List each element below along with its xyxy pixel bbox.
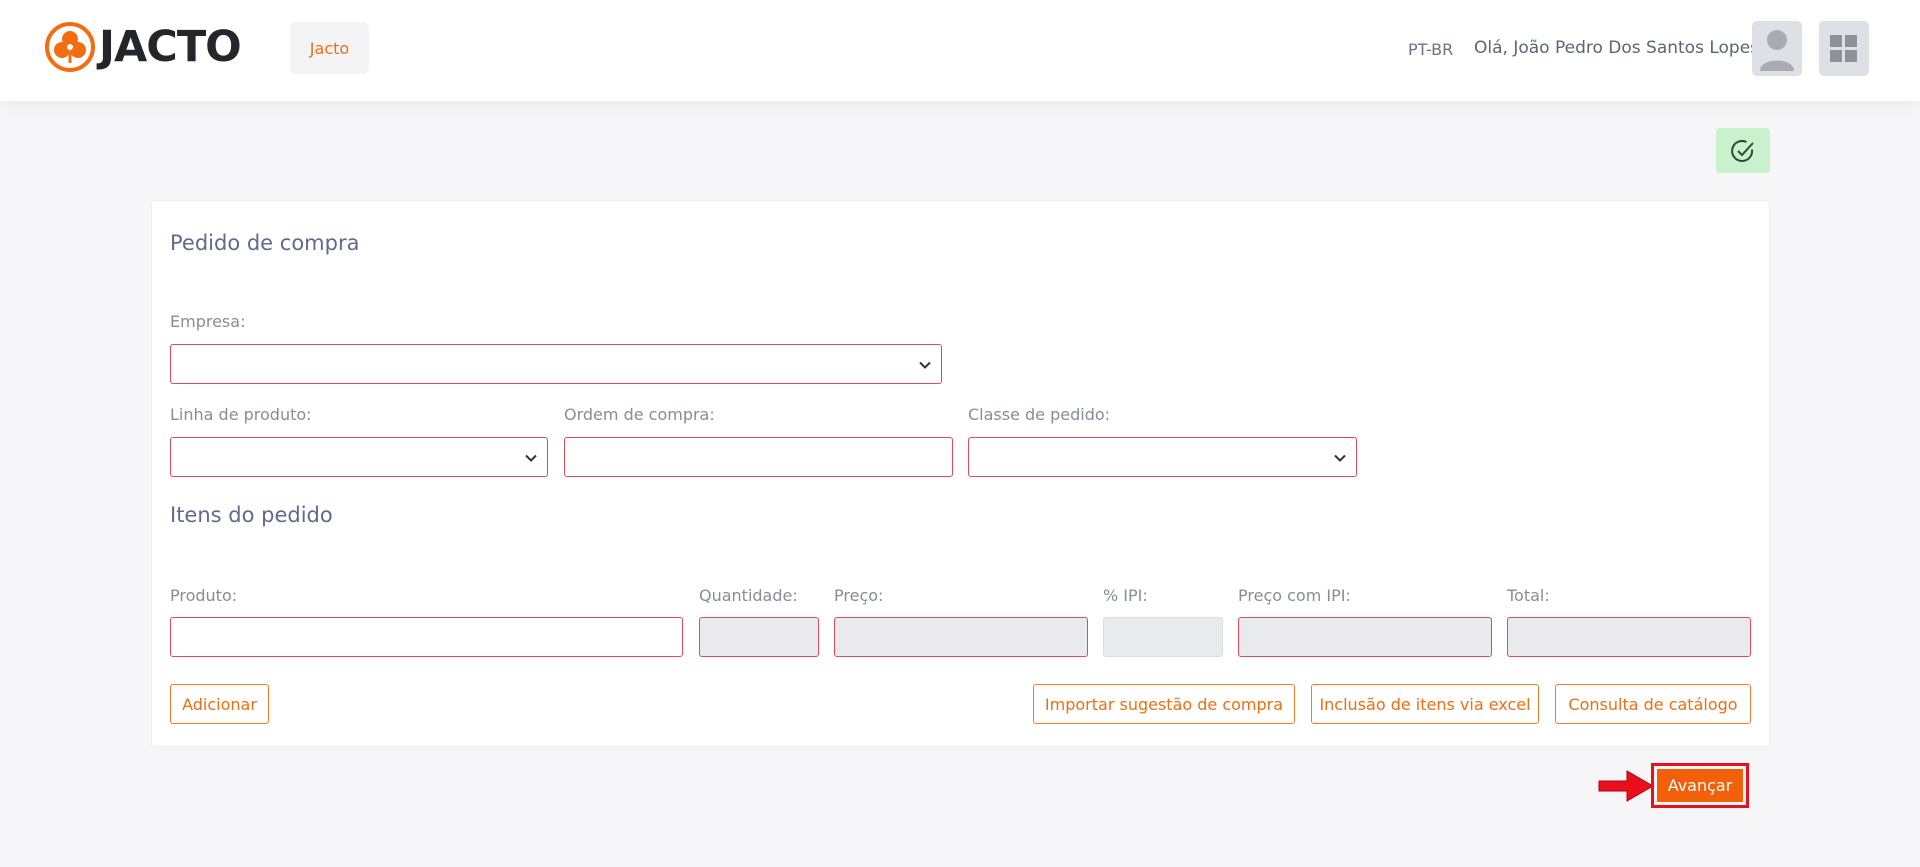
total-input [1507,617,1751,657]
jacto-logo[interactable]: JACTO [45,22,242,72]
jacto-clover-logo-icon [45,22,95,72]
preco-input [834,617,1088,657]
linha-produto-select[interactable] [170,437,548,477]
ipi-input [1103,617,1223,657]
logo-text: JACTO [99,22,242,72]
consulta-catalogo-button[interactable]: Consulta de catálogo [1555,684,1751,724]
confirm-status-button[interactable] [1716,128,1770,173]
user-greeting: Olá, João Pedro Dos Santos Lopes [1474,38,1760,58]
user-avatar-icon [1760,30,1794,71]
produto-input[interactable] [170,617,683,657]
apps-menu-button[interactable] [1819,21,1869,76]
inclusao-excel-button[interactable]: Inclusão de itens via excel [1311,684,1539,724]
chevron-down-icon [919,361,931,369]
empresa-label: Empresa: [170,312,246,331]
red-arrow-right-icon [1598,770,1655,802]
chevron-down-icon [1334,454,1346,462]
linha-produto-label: Linha de produto: [170,405,312,424]
preco-ipi-label: Preço com IPI: [1238,586,1351,605]
preco-label: Preço: [834,586,884,605]
purchase-order-card: Pedido de compra Empresa: Linha de produ… [151,200,1770,747]
order-items-title: Itens do pedido [170,503,333,527]
empresa-select[interactable] [170,344,942,384]
advance-highlight: Avançar [1651,763,1749,808]
avancar-button[interactable]: Avançar [1657,769,1743,802]
preco-ipi-input [1238,617,1492,657]
produto-label: Produto: [170,586,238,605]
company-chip[interactable]: Jacto [290,22,369,74]
importar-sugestao-button[interactable]: Importar sugestão de compra [1033,684,1295,724]
apps-grid-icon [1830,34,1857,62]
classe-pedido-select[interactable] [968,437,1357,477]
adicionar-button[interactable]: Adicionar [170,684,269,724]
ipi-label: % IPI: [1103,586,1148,605]
ordem-compra-label: Ordem de compra: [564,405,715,424]
check-circle-icon [1731,139,1754,162]
total-label: Total: [1507,586,1550,605]
language-selector[interactable]: PT-BR [1408,40,1453,59]
ordem-compra-input[interactable] [564,437,953,477]
quantidade-input[interactable] [699,617,819,657]
purchase-order-title: Pedido de compra [170,231,360,255]
chevron-down-icon [525,454,537,462]
classe-pedido-label: Classe de pedido: [968,405,1111,424]
quantidade-label: Quantidade: [699,586,798,605]
top-header: JACTO Jacto PT-BR Olá, João Pedro Dos Sa… [0,0,1920,101]
user-avatar[interactable] [1752,21,1802,76]
